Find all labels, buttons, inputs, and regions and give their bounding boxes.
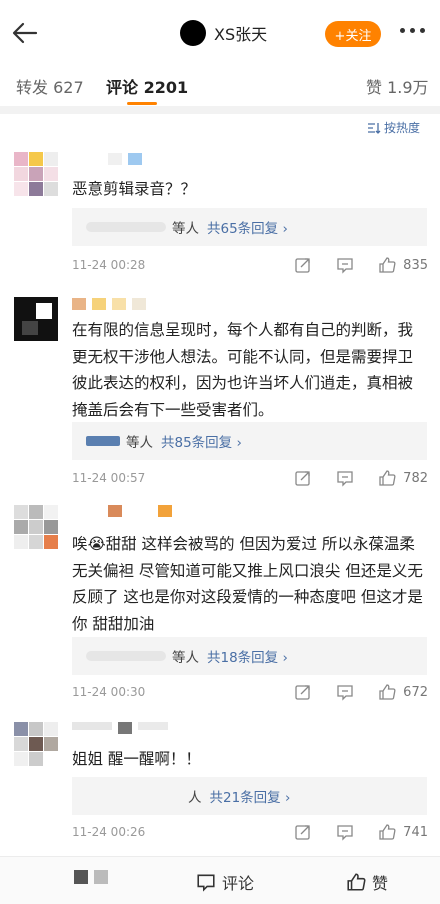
like-count: 741 bbox=[403, 825, 428, 840]
comment-time: 11-24 00:30 bbox=[72, 685, 146, 699]
bottom-action-bar: 评论 赞 bbox=[0, 856, 440, 904]
tab-reposts[interactable]: 转发 627 bbox=[16, 74, 84, 98]
replies-users: 等人 bbox=[126, 435, 153, 451]
like-thumb-icon bbox=[347, 873, 366, 891]
comment-time: 11-24 00:28 bbox=[72, 258, 146, 272]
comment-icon[interactable] bbox=[336, 256, 354, 274]
bottom-like-button[interactable]: 赞 bbox=[346, 870, 388, 894]
comment-time: 11-24 00:26 bbox=[72, 825, 146, 839]
bottom-like-label: 赞 bbox=[372, 874, 389, 893]
comment-icon[interactable] bbox=[336, 683, 354, 701]
replies-summary[interactable]: 等人 共18条回复 › bbox=[72, 637, 427, 675]
replies-users: 人 bbox=[188, 790, 202, 806]
replies-users: 等人 bbox=[172, 221, 199, 237]
back-arrow-icon[interactable] bbox=[10, 18, 40, 48]
like-count: 782 bbox=[403, 471, 428, 486]
replies-count-link[interactable]: 共18条回复 › bbox=[207, 646, 288, 666]
comment-meta: 11-24 00:30 672 bbox=[72, 683, 428, 703]
like-thumb-icon[interactable] bbox=[378, 683, 396, 701]
follow-button[interactable]: +关注 bbox=[325, 21, 381, 47]
comment-text: 在有限的信息呈现时，每个人都有自己的判断，我更无权干涉他人想法。可能不认同，但是… bbox=[72, 321, 414, 419]
commenter-avatar[interactable] bbox=[14, 152, 58, 196]
like-count: 835 bbox=[403, 258, 428, 273]
replies-summary[interactable]: 等人 共65条回复 › bbox=[72, 208, 427, 246]
comment-text: 恶意剪辑录音？？ bbox=[72, 180, 197, 198]
repost-icon[interactable] bbox=[294, 469, 312, 487]
comment-text: 唉😭甜甜 这样会被骂的 但因为爱过 所以永葆温柔 无关偏袒 尽管知道可能又推上风… bbox=[72, 535, 423, 633]
commenter-name-blurred[interactable] bbox=[72, 505, 172, 519]
like-thumb-icon[interactable] bbox=[378, 823, 396, 841]
account-name[interactable]: XS张天 bbox=[214, 21, 267, 45]
comment-meta: 11-24 00:28 835 bbox=[72, 256, 428, 276]
comment-text: 姐姐 醒一醒啊！！ bbox=[72, 750, 201, 768]
sort-label: 按热度 bbox=[384, 121, 421, 135]
like-count: 672 bbox=[403, 685, 428, 700]
commenter-name-blurred[interactable] bbox=[72, 298, 146, 312]
active-tab-indicator bbox=[127, 102, 157, 105]
replies-count-link[interactable]: 共21条回复 › bbox=[210, 786, 291, 806]
bottom-comment-label: 评论 bbox=[222, 874, 255, 893]
like-thumb-icon[interactable] bbox=[378, 256, 396, 274]
bottom-comment-button[interactable]: 评论 bbox=[196, 870, 254, 894]
replies-count-link[interactable]: 共85条回复 › bbox=[161, 431, 242, 451]
tab-comments[interactable]: 评论 2201 bbox=[106, 74, 188, 98]
comment-icon[interactable] bbox=[336, 823, 354, 841]
top-bar: XS张天 +关注 bbox=[0, 0, 440, 66]
divider bbox=[0, 106, 440, 114]
replies-summary[interactable]: 人 共21条回复 › bbox=[72, 777, 427, 815]
comment-icon bbox=[197, 874, 215, 892]
sort-by-popularity-button[interactable]: 按热度 bbox=[367, 119, 420, 136]
sort-icon bbox=[368, 122, 381, 134]
commenter-avatar[interactable] bbox=[14, 505, 58, 549]
tab-bar: 转发 627 评论 2201 赞 1.9万 bbox=[0, 66, 440, 106]
replies-users: 等人 bbox=[172, 650, 199, 666]
repost-icon[interactable] bbox=[294, 823, 312, 841]
like-thumb-icon[interactable] bbox=[378, 469, 396, 487]
repost-icon[interactable] bbox=[294, 256, 312, 274]
commenter-name-blurred[interactable] bbox=[72, 722, 168, 736]
replies-count-link[interactable]: 共65条回复 › bbox=[207, 217, 288, 237]
comment-icon[interactable] bbox=[336, 469, 354, 487]
comment-meta: 11-24 00:26 741 bbox=[72, 823, 428, 843]
commenter-avatar[interactable] bbox=[14, 722, 58, 766]
tab-likes[interactable]: 赞 1.9万 bbox=[366, 74, 429, 98]
more-options-icon[interactable] bbox=[400, 28, 425, 33]
comment-time: 11-24 00:57 bbox=[72, 471, 146, 485]
commenter-avatar[interactable] bbox=[14, 297, 58, 341]
repost-icon[interactable] bbox=[294, 683, 312, 701]
comment-meta: 11-24 00:57 782 bbox=[72, 469, 428, 489]
repost-placeholder[interactable] bbox=[74, 870, 108, 884]
account-avatar[interactable] bbox=[180, 20, 206, 46]
commenter-name-blurred[interactable] bbox=[72, 153, 142, 167]
replies-summary[interactable]: 等人 共85条回复 › bbox=[72, 422, 427, 460]
account-header[interactable]: XS张天 bbox=[180, 20, 267, 46]
